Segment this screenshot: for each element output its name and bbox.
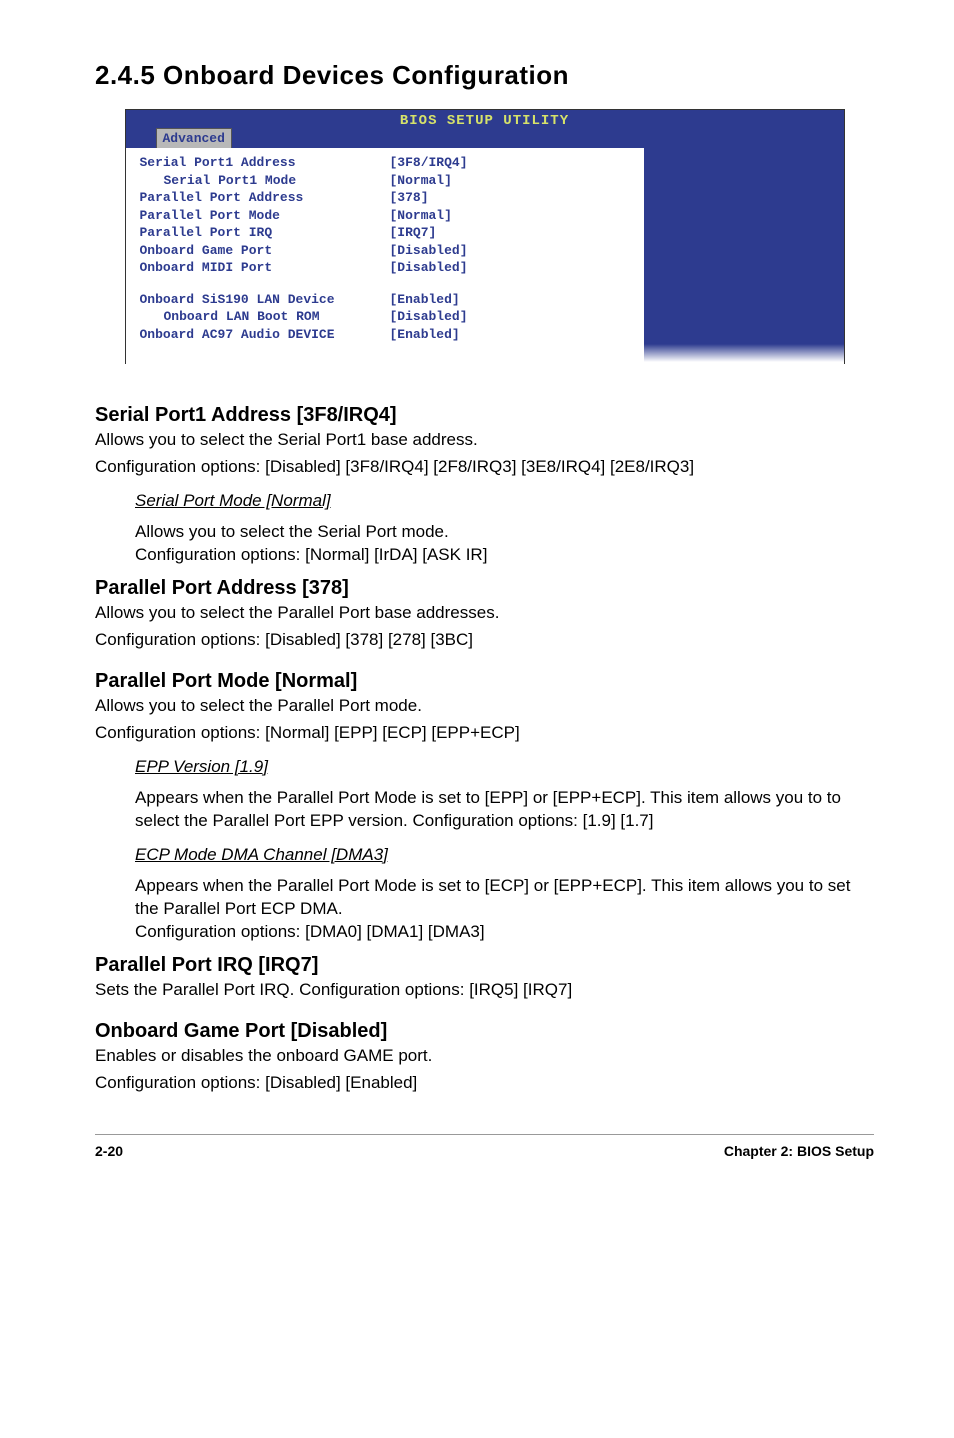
desc-text: Sets the Parallel Port IRQ. Configuratio…	[95, 979, 874, 1002]
page-footer: 2-20 Chapter 2: BIOS Setup	[95, 1134, 874, 1159]
desc-text: Configuration options: [Disabled] [378] …	[95, 629, 874, 652]
bios-label: Serial Port1 Mode	[140, 172, 390, 190]
bios-value: [Disabled]	[390, 242, 468, 260]
bios-label: Onboard SiS190 LAN Device	[140, 291, 390, 309]
chapter-label: Chapter 2: BIOS Setup	[724, 1143, 874, 1159]
bios-label: Onboard Game Port	[140, 242, 390, 260]
bios-label: Onboard MIDI Port	[140, 259, 390, 277]
bios-label: Parallel Port Address	[140, 189, 390, 207]
heading-parallel-irq: Parallel Port IRQ [IRQ7]	[95, 954, 874, 977]
desc-text: Configuration options: [Normal] [IrDA] […	[135, 544, 874, 567]
heading-parallel-mode: Parallel Port Mode [Normal]	[95, 670, 874, 693]
heading-serial-port1: Serial Port1 Address [3F8/IRQ4]	[95, 404, 874, 427]
bios-label: Parallel Port IRQ	[140, 224, 390, 242]
bios-value: [3F8/IRQ4]	[390, 154, 468, 172]
bios-value: [Normal]	[390, 172, 452, 190]
bios-settings-panel: Serial Port1 Address[3F8/IRQ4] Serial Po…	[126, 148, 644, 363]
bios-help-panel	[644, 148, 844, 363]
subheading-ecp-dma: ECP Mode DMA Channel [DMA3]	[135, 845, 874, 865]
bios-value: [Enabled]	[390, 291, 460, 309]
bios-screenshot: BIOS SETUP UTILITY Advanced Serial Port1…	[125, 109, 845, 364]
bios-tab-advanced: Advanced	[156, 128, 232, 148]
bios-value: [378]	[390, 189, 429, 207]
desc-text: Allows you to select the Parallel Port b…	[95, 602, 874, 625]
heading-parallel-address: Parallel Port Address [378]	[95, 577, 874, 600]
desc-text: Enables or disables the onboard GAME por…	[95, 1045, 874, 1068]
desc-text: Allows you to select the Parallel Port m…	[95, 695, 874, 718]
desc-text: Appears when the Parallel Port Mode is s…	[135, 875, 874, 921]
desc-text: Allows you to select the Serial Port mod…	[135, 521, 874, 544]
bios-value: [IRQ7]	[390, 224, 437, 242]
bios-label: Onboard LAN Boot ROM	[140, 308, 390, 326]
bios-value: [Disabled]	[390, 308, 468, 326]
desc-text: Appears when the Parallel Port Mode is s…	[135, 787, 874, 833]
subheading-serial-port-mode: Serial Port Mode [Normal]	[135, 491, 874, 511]
bios-value: [Disabled]	[390, 259, 468, 277]
bios-label: Onboard AC97 Audio DEVICE	[140, 326, 390, 344]
bios-label: Parallel Port Mode	[140, 207, 390, 225]
bios-value: [Normal]	[390, 207, 452, 225]
desc-text: Configuration options: [Normal] [EPP] [E…	[95, 722, 874, 745]
bios-title: BIOS SETUP UTILITY	[126, 110, 844, 131]
bios-header: BIOS SETUP UTILITY Advanced	[126, 110, 844, 148]
bios-value: [Enabled]	[390, 326, 460, 344]
subheading-epp-version: EPP Version [1.9]	[135, 757, 874, 777]
desc-text: Allows you to select the Serial Port1 ba…	[95, 429, 874, 452]
bios-label: Serial Port1 Address	[140, 154, 390, 172]
page-number: 2-20	[95, 1143, 123, 1159]
section-title: 2.4.5 Onboard Devices Configuration	[95, 60, 874, 91]
heading-game-port: Onboard Game Port [Disabled]	[95, 1020, 874, 1043]
desc-text: Configuration options: [DMA0] [DMA1] [DM…	[135, 921, 874, 944]
desc-text: Configuration options: [Disabled] [Enabl…	[95, 1072, 874, 1095]
desc-text: Configuration options: [Disabled] [3F8/I…	[95, 456, 874, 479]
